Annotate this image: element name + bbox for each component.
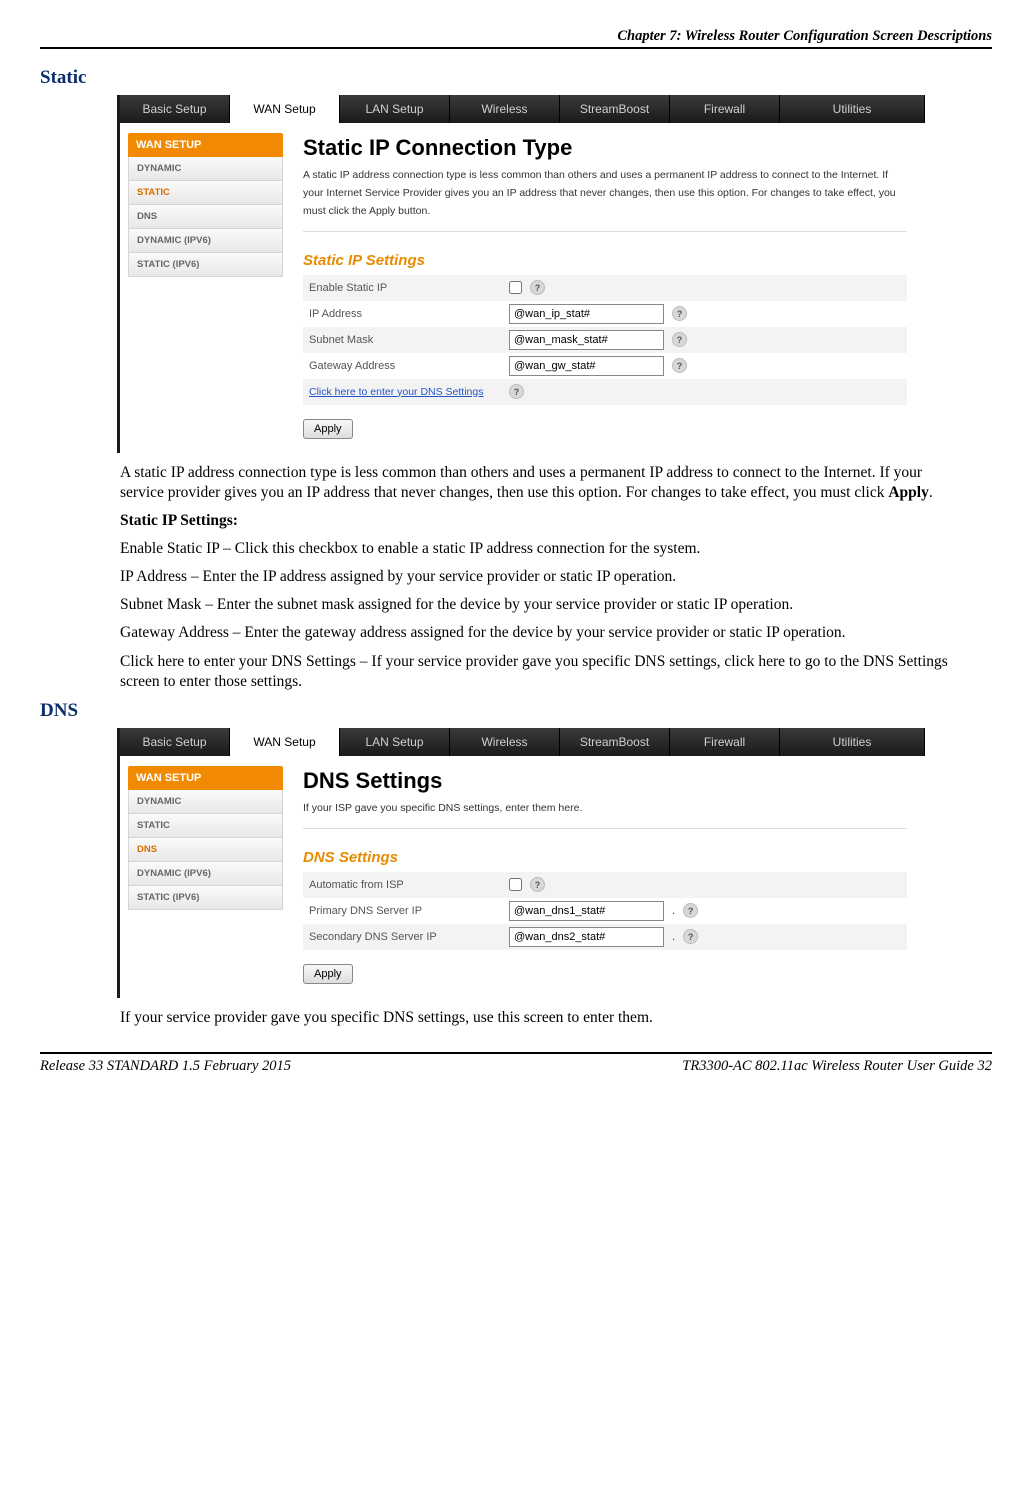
input-subnet-mask[interactable]	[509, 330, 664, 350]
input-gateway-address[interactable]	[509, 356, 664, 376]
tab-streamboost[interactable]: StreamBoost	[560, 728, 670, 756]
help-icon[interactable]: ?	[530, 280, 545, 295]
tab-basic-setup[interactable]: Basic Setup	[120, 728, 230, 756]
page-header: Chapter 7: Wireless Router Configuration…	[40, 28, 992, 49]
label-automatic-from-isp: Automatic from ISP	[303, 879, 509, 891]
static-paragraph-gateway: Gateway Address – Enter the gateway addr…	[120, 623, 952, 643]
label-secondary-dns: Secondary DNS Server IP	[303, 931, 509, 943]
sidebar-item-static[interactable]: STATIC	[128, 181, 283, 205]
section-heading-dns: DNS	[40, 700, 992, 722]
sidebar-item-dns[interactable]: DNS	[128, 205, 283, 229]
page-footer: Release 33 STANDARD 1.5 February 2015 TR…	[40, 1052, 992, 1075]
tab-wan-setup[interactable]: WAN Setup	[230, 728, 340, 756]
static-ip-settings-heading: Static IP Settings:	[120, 511, 952, 531]
panel-intro: If your ISP gave you specific DNS settin…	[303, 800, 907, 829]
help-icon[interactable]: ?	[530, 877, 545, 892]
sidebar-header: WAN SETUP	[128, 133, 283, 157]
label-primary-dns: Primary DNS Server IP	[303, 905, 509, 917]
tab-wireless[interactable]: Wireless	[450, 95, 560, 123]
tab-streamboost[interactable]: StreamBoost	[560, 95, 670, 123]
dns-paragraph: If your service provider gave you specif…	[120, 1008, 952, 1028]
checkbox-automatic-from-isp[interactable]	[509, 878, 522, 891]
input-primary-dns[interactable]	[509, 901, 664, 921]
footer-left: Release 33 STANDARD 1.5 February 2015	[40, 1058, 291, 1075]
static-paragraph-ip: IP Address – Enter the IP address assign…	[120, 567, 952, 587]
help-icon[interactable]: ?	[509, 384, 524, 399]
panel-title: Static IP Connection Type	[303, 135, 907, 161]
help-icon[interactable]: ?	[683, 929, 698, 944]
help-icon[interactable]: ?	[672, 358, 687, 373]
sidebar-item-static[interactable]: STATIC	[128, 814, 283, 838]
label-enable-static-ip: Enable Static IP	[303, 282, 509, 294]
router-tab-bar: Basic Setup WAN Setup LAN Setup Wireless…	[120, 95, 925, 123]
sidebar-header: WAN SETUP	[128, 766, 283, 790]
apply-button[interactable]: Apply	[303, 964, 353, 984]
static-paragraph-enable: Enable Static IP – Click this checkbox t…	[120, 539, 952, 559]
label-ip-address: IP Address	[303, 308, 509, 320]
sidebar-item-dynamic-ipv6[interactable]: DYNAMIC (IPV6)	[128, 862, 283, 886]
tab-firewall[interactable]: Firewall	[670, 728, 780, 756]
router-tab-bar: Basic Setup WAN Setup LAN Setup Wireless…	[120, 728, 925, 756]
router-screenshot-dns: Basic Setup WAN Setup LAN Setup Wireless…	[120, 728, 925, 998]
tab-utilities[interactable]: Utilities	[780, 728, 925, 756]
help-icon[interactable]: ?	[672, 332, 687, 347]
label-subnet-mask: Subnet Mask	[303, 334, 509, 346]
sidebar-item-dynamic[interactable]: DYNAMIC	[128, 790, 283, 814]
help-icon[interactable]: ?	[672, 306, 687, 321]
tab-lan-setup[interactable]: LAN Setup	[340, 95, 450, 123]
label-gateway-address: Gateway Address	[303, 360, 509, 372]
panel-subheading: DNS Settings	[303, 849, 907, 866]
static-paragraph-dns-link: Click here to enter your DNS Settings – …	[120, 652, 952, 692]
sidebar-item-dynamic[interactable]: DYNAMIC	[128, 157, 283, 181]
router-sidebar: WAN SETUP DYNAMIC STATIC DNS DYNAMIC (IP…	[120, 123, 283, 453]
sidebar-item-static-ipv6[interactable]: STATIC (IPV6)	[128, 253, 283, 277]
footer-right: TR3300-AC 802.11ac Wireless Router User …	[682, 1058, 992, 1075]
sidebar-item-dynamic-ipv6[interactable]: DYNAMIC (IPV6)	[128, 229, 283, 253]
panel-subheading: Static IP Settings	[303, 252, 907, 269]
static-paragraph-intro: A static IP address connection type is l…	[120, 463, 952, 503]
apply-button[interactable]: Apply	[303, 419, 353, 439]
tab-lan-setup[interactable]: LAN Setup	[340, 728, 450, 756]
checkbox-enable-static-ip[interactable]	[509, 281, 522, 294]
sidebar-item-dns[interactable]: DNS	[128, 838, 283, 862]
router-sidebar: WAN SETUP DYNAMIC STATIC DNS DYNAMIC (IP…	[120, 756, 283, 998]
section-heading-static: Static	[40, 67, 992, 89]
tab-wireless[interactable]: Wireless	[450, 728, 560, 756]
panel-title: DNS Settings	[303, 768, 907, 794]
input-ip-address[interactable]	[509, 304, 664, 324]
sidebar-item-static-ipv6[interactable]: STATIC (IPV6)	[128, 886, 283, 910]
tab-utilities[interactable]: Utilities	[780, 95, 925, 123]
tab-basic-setup[interactable]: Basic Setup	[120, 95, 230, 123]
help-icon[interactable]: ?	[683, 903, 698, 918]
input-secondary-dns[interactable]	[509, 927, 664, 947]
static-paragraph-subnet: Subnet Mask – Enter the subnet mask assi…	[120, 595, 952, 615]
tab-wan-setup[interactable]: WAN Setup	[230, 95, 340, 123]
router-screenshot-static: Basic Setup WAN Setup LAN Setup Wireless…	[120, 95, 925, 453]
tab-firewall[interactable]: Firewall	[670, 95, 780, 123]
panel-intro: A static IP address connection type is l…	[303, 167, 907, 232]
link-dns-settings[interactable]: Click here to enter your DNS Settings	[309, 386, 484, 398]
